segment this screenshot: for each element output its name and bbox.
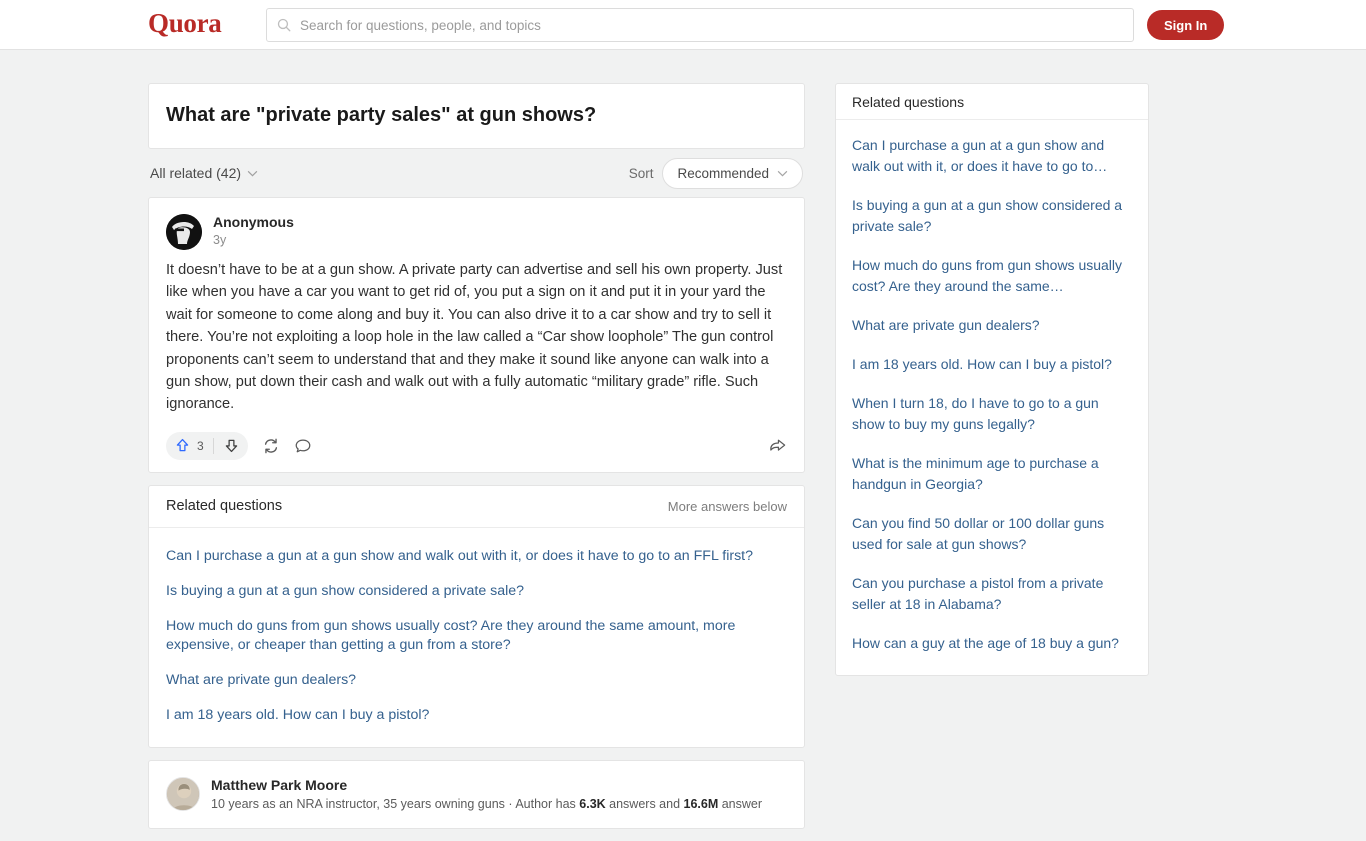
sidebar-item-8[interactable]: Can you purchase a pistol from a private… bbox=[852, 564, 1132, 624]
answer-timestamp: 3y bbox=[213, 233, 227, 247]
downvote-button[interactable] bbox=[223, 437, 240, 454]
sidebar-item-0[interactable]: Can I purchase a gun at a gun show and w… bbox=[852, 126, 1132, 186]
author-name[interactable]: Anonymous bbox=[213, 214, 294, 230]
answer-card: Anonymous 3y It doesn’t have to be at a … bbox=[148, 197, 805, 473]
credentials-mid: answers and bbox=[605, 796, 684, 811]
answer-card: Matthew Park Moore 10 years as an NRA in… bbox=[148, 759, 805, 829]
avatar bbox=[166, 776, 200, 811]
list-item[interactable]: Is buying a gun at a gun show considered… bbox=[166, 574, 787, 609]
repost-button[interactable] bbox=[262, 437, 280, 455]
sidebar-item-4[interactable]: I am 18 years old. How can I buy a pisto… bbox=[852, 345, 1132, 384]
comment-icon bbox=[295, 439, 311, 453]
related-questions-title: Related questions bbox=[166, 498, 283, 515]
credentials-suffix: answer bbox=[718, 796, 763, 811]
upvote-count: 3 bbox=[197, 438, 204, 453]
sidebar-title: Related questions bbox=[836, 84, 1148, 120]
sort-control: Sort Recommended bbox=[628, 157, 803, 189]
credentials-answer-count: 6.3K bbox=[579, 796, 606, 811]
sidebar-item-3[interactable]: What are private gun dealers? bbox=[852, 306, 1132, 345]
credentials-prefix: 10 years as an NRA instructor, 35 years … bbox=[211, 796, 580, 811]
page-title: What are "private party sales" at gun sh… bbox=[166, 104, 597, 126]
sidebar-question-list: Can I purchase a gun at a gun show and w… bbox=[836, 120, 1148, 675]
list-item[interactable]: How much do guns from gun shows usually … bbox=[166, 609, 787, 663]
search-icon bbox=[277, 18, 291, 32]
repost-icon bbox=[264, 438, 277, 454]
credentials-view-count: 16.6M bbox=[683, 796, 719, 811]
sidebar-item-6[interactable]: What is the minimum age to purchase a ha… bbox=[852, 444, 1132, 504]
related-questions-block: Related questions More answers below Can… bbox=[148, 484, 805, 748]
sort-dropdown[interactable]: Recommended bbox=[662, 157, 803, 189]
upvote-arrow-icon bbox=[176, 439, 189, 452]
sign-in-button[interactable]: Sign In bbox=[1147, 10, 1225, 40]
sort-label: Sort bbox=[628, 165, 654, 181]
sidebar-item-1[interactable]: Is buying a gun at a gun show considered… bbox=[852, 186, 1132, 246]
search-placeholder-text: Search for questions, people, and topics bbox=[300, 17, 541, 33]
answer-body-text: It doesn’t have to be at a gun show. A p… bbox=[166, 262, 783, 413]
downvote-arrow-icon bbox=[225, 440, 237, 453]
sidebar-item-7[interactable]: Can you find 50 dollar or 100 dollar gun… bbox=[852, 504, 1132, 564]
related-questions-list: Can I purchase a gun at a gun show and w… bbox=[149, 528, 804, 747]
sidebar: Related questions Can I purchase a gun a… bbox=[835, 83, 1149, 676]
main-column: What are "private party sales" at gun sh… bbox=[148, 83, 805, 841]
share-button[interactable] bbox=[768, 436, 787, 455]
search-input[interactable]: Search for questions, people, and topics bbox=[266, 8, 1134, 42]
vote-divider bbox=[212, 437, 214, 454]
answer-action-bar: 3 bbox=[166, 428, 787, 464]
quora-logo[interactable]: Quora bbox=[148, 8, 222, 39]
author-credentials: 10 years as an NRA instructor, 35 years … bbox=[211, 796, 762, 812]
upvote-button[interactable] bbox=[174, 437, 191, 454]
author-name[interactable]: Matthew Park Moore bbox=[211, 777, 762, 793]
sidebar-item-5[interactable]: When I turn 18, do I have to go to a gun… bbox=[852, 384, 1132, 444]
vote-group: 3 bbox=[166, 431, 248, 460]
answer-author[interactable]: Matthew Park Moore 10 years as an NRA in… bbox=[166, 776, 787, 812]
answer-author[interactable]: Anonymous 3y bbox=[166, 214, 787, 250]
chevron-down-icon bbox=[247, 170, 258, 177]
list-item[interactable]: Can I purchase a gun at a gun show and w… bbox=[166, 539, 787, 574]
list-item[interactable]: What are private gun dealers? bbox=[166, 663, 787, 698]
anonymous-avatar bbox=[166, 214, 202, 250]
chevron-down-icon bbox=[777, 170, 788, 177]
sidebar-item-9[interactable]: How can a guy at the age of 18 buy a gun… bbox=[852, 624, 1132, 663]
related-questions-header: Related questions More answers below bbox=[149, 486, 804, 528]
more-answers-below-label[interactable]: More answers below bbox=[668, 499, 787, 514]
all-related-label: All related (42) bbox=[150, 165, 242, 181]
answer-filter-row: All related (42) Sort Recommended bbox=[148, 149, 805, 197]
list-item[interactable]: I am 18 years old. How can I buy a pisto… bbox=[166, 698, 787, 733]
sidebar-item-2[interactable]: How much do guns from gun shows usually … bbox=[852, 246, 1132, 306]
sidebar-related-questions-card: Related questions Can I purchase a gun a… bbox=[835, 83, 1149, 676]
share-icon bbox=[770, 439, 786, 452]
question-card: What are "private party sales" at gun sh… bbox=[148, 83, 805, 149]
site-header: Quora Search for questions, people, and … bbox=[0, 0, 1366, 50]
sort-value: Recommended bbox=[677, 165, 769, 181]
all-related-filter[interactable]: All related (42) bbox=[150, 165, 258, 181]
comment-button[interactable] bbox=[294, 437, 312, 455]
